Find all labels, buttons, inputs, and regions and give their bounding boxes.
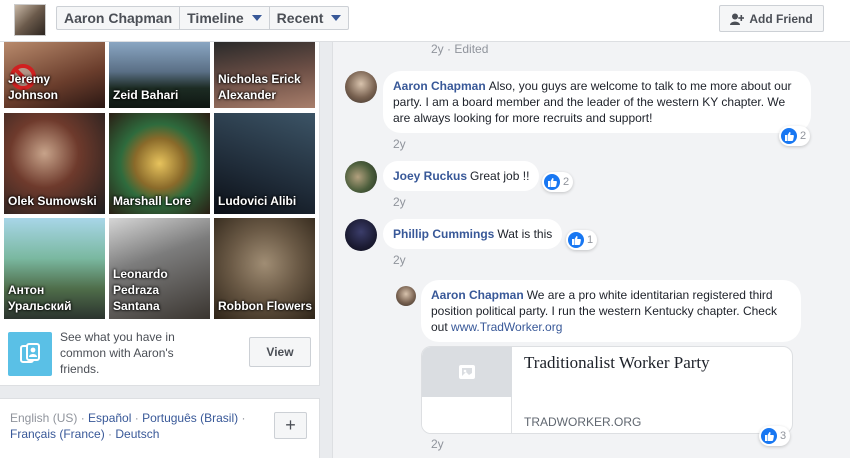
- more-languages-button[interactable]: +: [274, 412, 307, 439]
- comment-bubble: Phillip Cummings Wat is this: [383, 219, 563, 249]
- friend-tile[interactable]: Robbon Flowers: [214, 218, 315, 319]
- comment-timestamp[interactable]: 2y: [393, 195, 406, 209]
- timeline-label: Timeline: [187, 10, 244, 26]
- friend-name: Zeid Bahari: [113, 88, 179, 102]
- profile-avatar[interactable]: [14, 4, 46, 36]
- profile-name-link[interactable]: Aaron Chapman: [57, 7, 181, 29]
- reaction-count[interactable]: 1: [566, 230, 598, 250]
- link-preview-card[interactable]: Traditionalist Worker Party TRADWORKER.O…: [421, 346, 793, 434]
- friend-name: Nicholas Erick Alexander: [218, 72, 301, 102]
- comment-author[interactable]: Aaron Chapman: [393, 79, 486, 93]
- image-placeholder-icon: [422, 347, 512, 397]
- friends-card-icon: [8, 332, 52, 376]
- current-language: English (US): [10, 411, 78, 425]
- comment-timestamp[interactable]: 2y: [431, 437, 444, 451]
- friend-tile[interactable]: Marshall Lore: [109, 113, 210, 214]
- like-count: 1: [587, 234, 594, 246]
- like-count: 2: [563, 176, 570, 188]
- language-link-portugues[interactable]: Português (Brasil): [142, 411, 238, 425]
- friend-tile[interactable]: Jeremy Johnson: [4, 42, 105, 108]
- comment-text: Wat is this: [497, 227, 553, 241]
- comment-meta: 2y · Edited: [431, 42, 488, 56]
- friends-grid: Jeremy Johnson Zeid Bahari Nicholas Eric…: [0, 42, 320, 386]
- language-link-deutsch[interactable]: Deutsch: [115, 427, 159, 441]
- language-link-espanol[interactable]: Español: [88, 411, 131, 425]
- commenter-avatar[interactable]: [345, 71, 377, 103]
- edited-label[interactable]: Edited: [454, 42, 488, 56]
- commenter-avatar[interactable]: [345, 219, 377, 251]
- timeline-dropdown[interactable]: Timeline: [180, 7, 270, 29]
- view-button[interactable]: View: [249, 337, 311, 367]
- comment-author[interactable]: Phillip Cummings: [393, 227, 494, 241]
- like-count: 3: [780, 430, 787, 442]
- mutual-friends-text: See what you have in common with Aaron's…: [60, 330, 175, 376]
- link-preview-domain: TRADWORKER.ORG: [524, 415, 642, 429]
- friend-name: Olek Sumowski: [8, 194, 97, 208]
- comment-timestamp[interactable]: 2y: [393, 253, 406, 267]
- friend-tile[interactable]: Olek Sumowski: [4, 113, 105, 214]
- like-icon: [761, 428, 777, 444]
- friend-name: Антон Уральский: [8, 283, 72, 313]
- mutual-friends-prompt: See what you have in common with Aaron's…: [8, 329, 312, 379]
- friend-tile[interactable]: Ludovici Alibi: [214, 113, 315, 214]
- add-friend-button[interactable]: Add Friend: [719, 5, 824, 32]
- like-icon: [568, 232, 584, 248]
- link-preview-thumbnail: [422, 347, 512, 433]
- reply-bubble: Aaron Chapman We are a pro white identita…: [421, 280, 801, 342]
- left-column: Jeremy Johnson Zeid Bahari Nicholas Eric…: [0, 42, 320, 458]
- like-icon: [781, 128, 797, 144]
- language-selector: English (US) · Español · Português (Bras…: [0, 398, 320, 458]
- friend-tile[interactable]: Антон Уральский: [4, 218, 105, 319]
- language-list: English (US) · Español · Português (Bras…: [10, 411, 246, 441]
- add-friend-icon: [730, 13, 745, 25]
- add-friend-label: Add Friend: [749, 11, 813, 26]
- link-preview-title: Traditionalist Worker Party: [524, 353, 710, 372]
- reply-avatar[interactable]: [396, 286, 416, 306]
- friend-tile[interactable]: Nicholas Erick Alexander: [214, 42, 315, 108]
- friend-name: Jeremy Johnson: [8, 72, 58, 102]
- language-link-francais[interactable]: Français (France): [10, 427, 105, 441]
- tradworker-link[interactable]: www.TradWorker.org: [451, 320, 562, 334]
- comment-author[interactable]: Joey Ruckus: [393, 169, 467, 183]
- friend-tile[interactable]: Leonardo Pedraza Santana: [109, 218, 210, 319]
- comment-text: Great job !!: [470, 169, 530, 183]
- friend-tile[interactable]: Zeid Bahari: [109, 42, 210, 108]
- friend-name: Robbon Flowers: [218, 299, 312, 313]
- like-count: 2: [800, 130, 807, 142]
- chevron-down-icon: [331, 15, 342, 21]
- comment-timestamp[interactable]: 2y: [431, 42, 444, 56]
- friend-name: Leonardo Pedraza Santana: [113, 267, 168, 313]
- commenter-avatar[interactable]: [345, 161, 377, 193]
- reaction-count[interactable]: 3: [759, 426, 791, 446]
- recent-label: Recent: [276, 10, 324, 26]
- meta-separator: ·: [447, 42, 452, 56]
- friend-name: Marshall Lore: [113, 194, 192, 208]
- profile-nav: Aaron Chapman Timeline Recent: [56, 6, 350, 30]
- comments-panel: 2y · Edited Aaron Chapman Also, you guys …: [332, 42, 850, 458]
- comment-bubble: Joey Ruckus Great job !!: [383, 161, 540, 191]
- comment-timestamp[interactable]: 2y: [393, 137, 406, 151]
- chevron-down-icon: [251, 15, 262, 21]
- comment-bubble: Aaron Chapman Also, you guys are welcome …: [383, 71, 811, 133]
- recent-dropdown[interactable]: Recent: [270, 7, 349, 29]
- friend-name: Ludovici Alibi: [218, 194, 297, 208]
- comment-author[interactable]: Aaron Chapman: [431, 288, 524, 302]
- profile-header: Aaron Chapman Timeline Recent Add Friend: [0, 0, 850, 42]
- reaction-count[interactable]: 2: [779, 126, 811, 146]
- reaction-count[interactable]: 2: [542, 172, 574, 192]
- profile-name: Aaron Chapman: [64, 10, 173, 26]
- like-icon: [544, 174, 560, 190]
